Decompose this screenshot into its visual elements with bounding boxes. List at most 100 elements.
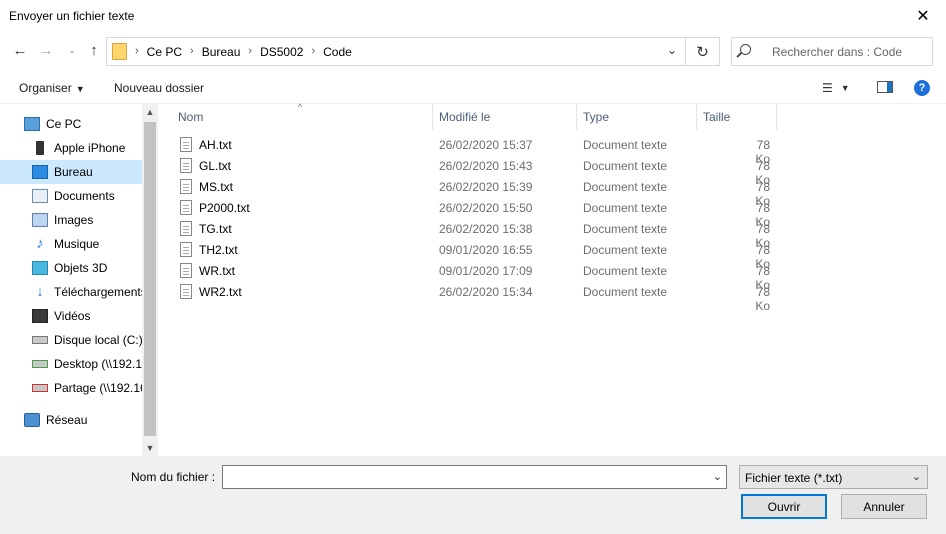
preview-pane-icon[interactable] bbox=[877, 81, 893, 93]
column-header-modified[interactable]: Modifié le bbox=[439, 104, 490, 130]
sidebar-item-documents[interactable]: Documents bbox=[0, 184, 142, 208]
help-icon[interactable]: ? bbox=[914, 80, 930, 96]
address-bar[interactable]: › Ce PC › Bureau › DS5002 › Code ⌄ bbox=[106, 37, 686, 66]
file-name: WR.txt bbox=[199, 264, 235, 278]
file-row[interactable]: GL.txt 26/02/2020 15:43 Document texte 7… bbox=[176, 156, 816, 187]
file-modified: 26/02/2020 15:38 bbox=[439, 222, 533, 236]
file-name: WR2.txt bbox=[199, 285, 242, 299]
sidebar-item-label: Vidéos bbox=[54, 309, 91, 323]
text-file-icon bbox=[180, 158, 192, 173]
file-type: Document texte bbox=[583, 285, 668, 299]
sidebar-item-label: Disque local (C:) bbox=[54, 333, 142, 347]
scroll-up-icon[interactable]: ▲ bbox=[142, 104, 158, 120]
file-type: Document texte bbox=[583, 243, 668, 257]
sidebar-item-label: Ce PC bbox=[46, 117, 82, 131]
column-header-name[interactable]: Nom bbox=[178, 104, 203, 130]
chevron-down-icon[interactable]: ⌄ bbox=[667, 43, 677, 57]
sidebar-item-objets-3d[interactable]: Objets 3D bbox=[0, 256, 142, 280]
file-row[interactable]: AH.txt 26/02/2020 15:37 Document texte 7… bbox=[176, 135, 816, 166]
up-arrow-icon[interactable]: ↑ bbox=[84, 40, 104, 60]
column-header-type[interactable]: Type bbox=[583, 104, 609, 130]
sidebar-item-musique[interactable]: ♪ Musique bbox=[0, 232, 142, 256]
file-row[interactable]: WR.txt 09/01/2020 17:09 Document texte 7… bbox=[176, 261, 816, 292]
filename-label: Nom du fichier : bbox=[131, 470, 216, 484]
file-name: TH2.txt bbox=[199, 243, 238, 257]
sidebar-item-reseau[interactable]: Réseau bbox=[0, 408, 142, 432]
text-file-icon bbox=[180, 221, 192, 236]
chevron-down-icon[interactable]: ▼ bbox=[841, 83, 850, 93]
chevron-right-icon[interactable]: › bbox=[248, 45, 252, 59]
organize-button[interactable]: Organiser ▼ bbox=[19, 81, 85, 95]
scroll-down-icon[interactable]: ▼ bbox=[142, 440, 158, 456]
sidebar-item-telechargements[interactable]: ↓ Téléchargements bbox=[0, 280, 142, 304]
sidebar-scrollbar[interactable]: ▲ ▼ bbox=[142, 104, 158, 456]
file-row[interactable]: MS.txt 26/02/2020 15:39 Document texte 7… bbox=[176, 177, 816, 208]
file-row[interactable]: TH2.txt 09/01/2020 16:55 Document texte … bbox=[176, 240, 816, 271]
column-divider[interactable] bbox=[432, 104, 433, 130]
file-modified: 26/02/2020 15:37 bbox=[439, 138, 533, 152]
file-row[interactable]: WR2.txt 26/02/2020 15:34 Document texte … bbox=[176, 282, 816, 313]
sidebar-item-label: Documents bbox=[54, 189, 115, 203]
sidebar-item-disque-local[interactable]: Disque local (C:) bbox=[0, 328, 142, 352]
file-list: ^ Nom Modifié le Type Taille AH.txt 26/0… bbox=[158, 102, 946, 456]
breadcrumb-item[interactable]: Bureau bbox=[202, 45, 241, 59]
file-name: MS.txt bbox=[199, 180, 234, 194]
text-file-icon bbox=[180, 242, 192, 257]
file-row[interactable]: TG.txt 26/02/2020 15:38 Document texte 7… bbox=[176, 219, 816, 250]
navigation-pane: Ce PC Apple iPhone Bureau Documents Imag… bbox=[0, 104, 158, 456]
view-options[interactable]: ☰ ▼ bbox=[822, 81, 850, 95]
recent-chevron-icon[interactable]: ⌄ bbox=[62, 40, 82, 60]
column-divider[interactable] bbox=[776, 104, 777, 130]
sidebar-item-images[interactable]: Images bbox=[0, 208, 142, 232]
file-modified: 09/01/2020 17:09 bbox=[439, 264, 533, 278]
sidebar-item-apple-iphone[interactable]: Apple iPhone bbox=[0, 136, 142, 160]
scrollbar-thumb[interactable] bbox=[144, 122, 156, 436]
file-modified: 26/02/2020 15:50 bbox=[439, 201, 533, 215]
filename-input[interactable]: ⌄ bbox=[222, 465, 727, 489]
filetype-value: Fichier texte (*.txt) bbox=[745, 471, 843, 485]
column-divider[interactable] bbox=[696, 104, 697, 130]
organize-label: Organiser bbox=[19, 81, 72, 95]
column-divider[interactable] bbox=[576, 104, 577, 130]
download-icon: ↓ bbox=[36, 283, 44, 300]
file-modified: 09/01/2020 16:55 bbox=[439, 243, 533, 257]
chevron-down-icon[interactable]: ⌄ bbox=[713, 470, 722, 483]
file-name: AH.txt bbox=[199, 138, 232, 152]
text-file-icon bbox=[180, 200, 192, 215]
forward-arrow-icon[interactable]: → bbox=[36, 40, 56, 60]
column-header-size[interactable]: Taille bbox=[703, 104, 730, 130]
sidebar-item-ce-pc[interactable]: Ce PC bbox=[0, 112, 142, 136]
open-button[interactable]: Ouvrir bbox=[741, 494, 827, 519]
chevron-right-icon[interactable]: › bbox=[190, 45, 194, 59]
back-arrow-icon[interactable]: ← bbox=[10, 40, 30, 60]
chevron-right-icon[interactable]: › bbox=[311, 45, 315, 59]
refresh-icon[interactable]: ↻ bbox=[686, 37, 720, 66]
sidebar-item-videos[interactable]: Vidéos bbox=[0, 304, 142, 328]
phone-icon bbox=[36, 141, 44, 155]
network-icon bbox=[24, 413, 40, 427]
text-file-icon bbox=[180, 137, 192, 152]
file-type: Document texte bbox=[583, 180, 668, 194]
sidebar-item-label: Apple iPhone bbox=[54, 141, 126, 155]
breadcrumb-item[interactable]: DS5002 bbox=[260, 45, 303, 59]
cube-icon bbox=[32, 261, 48, 275]
cancel-button[interactable]: Annuler bbox=[841, 494, 927, 519]
sidebar-item-bureau[interactable]: Bureau bbox=[0, 160, 142, 184]
file-row[interactable]: P2000.txt 26/02/2020 15:50 Document text… bbox=[176, 198, 816, 229]
breadcrumb-item[interactable]: Ce PC bbox=[147, 45, 182, 59]
search-placeholder: Rechercher dans : Code bbox=[772, 45, 903, 59]
breadcrumb-item[interactable]: Code bbox=[323, 45, 352, 59]
details-view-icon[interactable]: ☰ bbox=[822, 81, 833, 95]
documents-icon bbox=[32, 189, 48, 203]
sort-ascending-icon: ^ bbox=[298, 102, 303, 112]
filetype-select[interactable]: Fichier texte (*.txt) ⌄ bbox=[739, 465, 928, 489]
close-icon[interactable]: ✕ bbox=[900, 0, 946, 32]
search-input[interactable]: Rechercher dans : Code bbox=[731, 37, 933, 66]
file-size: 78 Ko bbox=[755, 285, 770, 313]
new-folder-button[interactable]: Nouveau dossier bbox=[114, 81, 204, 95]
file-modified: 26/02/2020 15:34 bbox=[439, 285, 533, 299]
file-name: P2000.txt bbox=[199, 201, 250, 215]
sidebar-item-partage-network[interactable]: Partage (\\192.16 bbox=[0, 376, 142, 400]
sidebar-item-desktop-network[interactable]: Desktop (\\192.1 bbox=[0, 352, 142, 376]
chevron-right-icon: › bbox=[135, 45, 139, 57]
